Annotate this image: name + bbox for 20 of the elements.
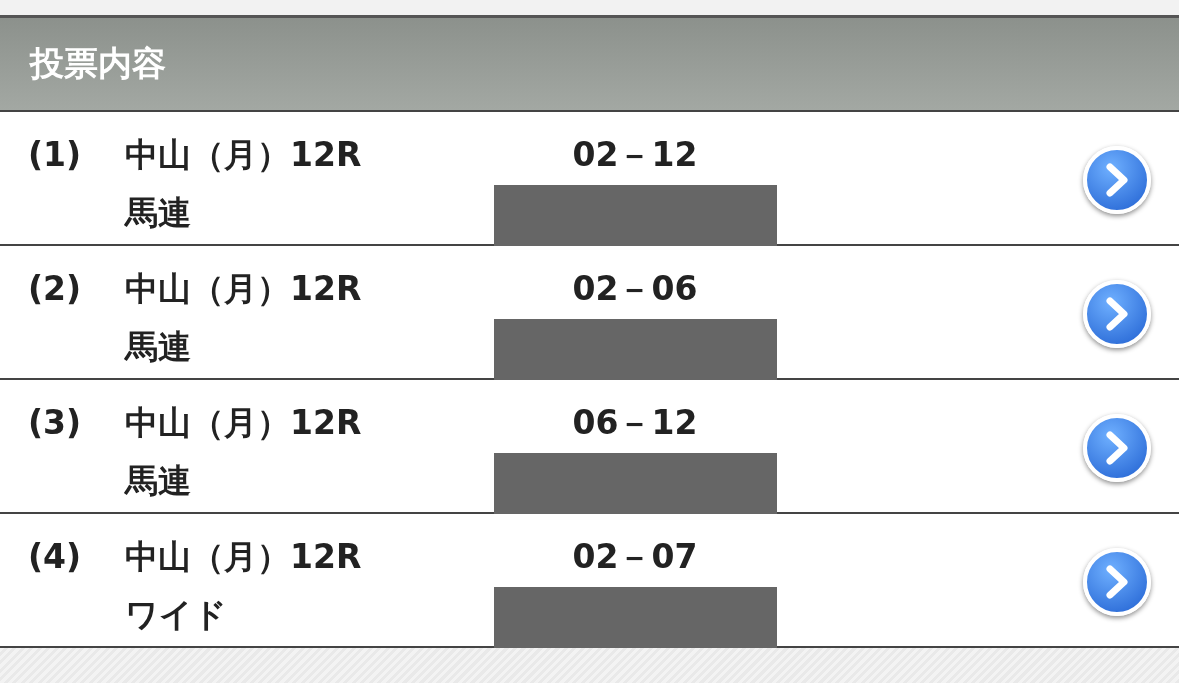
horse-combination: 06－12 xyxy=(572,402,698,444)
race-name: 中山（月）12R xyxy=(125,402,362,444)
bet-number: (4) xyxy=(28,536,83,578)
race-name: 中山（月）12R xyxy=(125,536,362,578)
bet-number: (3) xyxy=(28,402,83,444)
horse-combination: 02－12 xyxy=(572,134,698,176)
bet-type: 馬連 xyxy=(125,192,191,234)
bet-row[interactable]: (4) 中山（月）12R ワイド 02－07 xyxy=(0,514,1179,648)
race-name: 中山（月）12R xyxy=(125,134,362,176)
bet-number: (2) xyxy=(28,268,83,310)
bet-number: (1) xyxy=(28,134,83,176)
bet-row[interactable]: (2) 中山（月）12R 馬連 02－06 xyxy=(0,246,1179,380)
bet-type: 馬連 xyxy=(125,326,191,368)
horse-combination: 02－06 xyxy=(572,268,698,310)
race-name: 中山（月）12R xyxy=(125,268,362,310)
bet-type: ワイド xyxy=(125,594,227,636)
bet-type: 馬連 xyxy=(125,460,191,502)
horse-combination: 02－07 xyxy=(572,536,698,578)
bet-row[interactable]: (3) 中山（月）12R 馬連 06－12 xyxy=(0,380,1179,514)
section-title: 投票内容 xyxy=(30,42,166,85)
